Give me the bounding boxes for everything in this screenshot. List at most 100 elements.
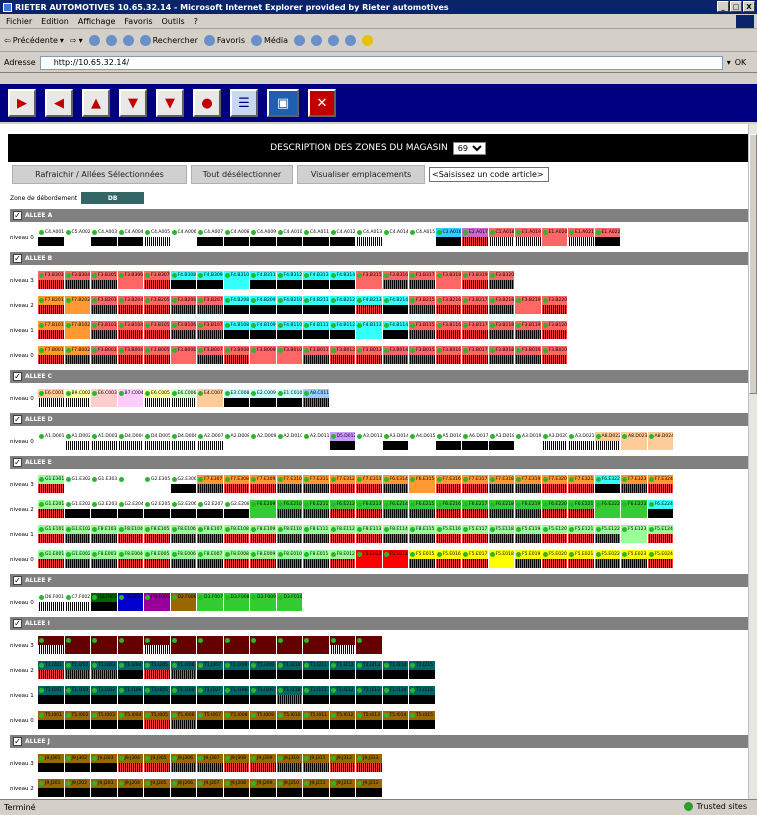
storage-location[interactable]: G1.E303 bbox=[91, 475, 117, 493]
storage-location[interactable]: J9.J205 bbox=[144, 779, 170, 797]
storage-location[interactable]: J9.J202 bbox=[64, 779, 90, 797]
storage-location[interactable]: F8.E106 bbox=[170, 525, 196, 543]
storage-location[interactable]: F5.E116 bbox=[435, 525, 461, 543]
storage-location[interactable]: F3.B116 bbox=[435, 321, 461, 339]
storage-location[interactable]: C5.A002 bbox=[64, 228, 90, 246]
storage-location[interactable]: A3.D020 bbox=[541, 432, 567, 450]
storage-location[interactable]: E1.C010 bbox=[276, 389, 302, 407]
menu-button[interactable]: ▼ bbox=[156, 89, 184, 117]
storage-location[interactable]: T1.I212 bbox=[329, 661, 355, 679]
storage-location[interactable]: F3.B307 bbox=[144, 271, 170, 289]
storage-location[interactable]: F6.E210 bbox=[276, 500, 302, 518]
storage-location[interactable]: F5.E024 bbox=[647, 550, 673, 568]
storage-location[interactable]: A1.D001 bbox=[38, 432, 64, 450]
storage-location[interactable]: F7.B201 bbox=[38, 296, 64, 314]
storage-location[interactable]: F7.B101 bbox=[38, 321, 64, 339]
aisle-checkbox[interactable]: ✓ bbox=[13, 737, 22, 746]
storage-location[interactable]: G2.E204 bbox=[117, 500, 143, 518]
storage-location[interactable]: F3.B320 bbox=[488, 271, 514, 289]
storage-location[interactable]: T1.I105 bbox=[144, 686, 170, 704]
storage-location[interactable]: F8.E109 bbox=[250, 525, 276, 543]
storage-location[interactable]: F3.B103 bbox=[91, 321, 117, 339]
storage-location[interactable]: J9.J213 bbox=[356, 779, 382, 797]
storage-location[interactable] bbox=[38, 636, 64, 654]
storage-location[interactable]: F8.E007 bbox=[197, 550, 223, 568]
storage-location[interactable]: J9.J212 bbox=[329, 779, 355, 797]
storage-location[interactable]: J9.J306 bbox=[170, 754, 196, 772]
storage-location[interactable]: E6.C001 bbox=[38, 389, 64, 407]
storage-location[interactable]: F4.B312 bbox=[276, 271, 302, 289]
storage-location[interactable]: A1.D002 bbox=[64, 432, 90, 450]
storage-location[interactable]: T1.I104 bbox=[117, 686, 143, 704]
storage-location[interactable]: T1.I112 bbox=[329, 686, 355, 704]
storage-location[interactable]: F6.E224 bbox=[647, 500, 673, 518]
menu-fichier[interactable]: Fichier bbox=[6, 17, 32, 26]
storage-location[interactable] bbox=[276, 636, 302, 654]
storage-location[interactable]: T5.I015 bbox=[409, 711, 435, 729]
storage-location[interactable]: F6.E211 bbox=[303, 500, 329, 518]
storage-location[interactable]: F6.E209 bbox=[250, 500, 276, 518]
storage-location[interactable]: F3.B119 bbox=[515, 321, 541, 339]
storage-location[interactable]: C4.A004 bbox=[117, 228, 143, 246]
storage-location[interactable]: F3.B005 bbox=[144, 346, 170, 364]
storage-location[interactable]: F6.E215 bbox=[409, 500, 435, 518]
storage-location[interactable]: F3.B004 bbox=[117, 346, 143, 364]
storage-location[interactable]: F3.B318 bbox=[435, 271, 461, 289]
storage-location[interactable]: G2.E305 bbox=[144, 475, 170, 493]
storage-location[interactable]: A4.D015 bbox=[409, 432, 435, 450]
storage-location[interactable]: F4.B110 bbox=[276, 321, 302, 339]
storage-location[interactable]: D2.F006 bbox=[170, 593, 196, 611]
stop-button[interactable] bbox=[88, 35, 100, 46]
storage-location[interactable]: J9.J211 bbox=[303, 779, 329, 797]
storage-location[interactable]: F6.E315 bbox=[409, 475, 435, 493]
storage-location[interactable]: J9.J210 bbox=[276, 779, 302, 797]
first-record-button[interactable]: ▶ bbox=[8, 89, 36, 117]
storage-location[interactable]: F3.B220 bbox=[541, 296, 567, 314]
storage-location[interactable]: F4.B210 bbox=[276, 296, 302, 314]
storage-location[interactable]: C4.A011 bbox=[303, 228, 329, 246]
storage-location[interactable]: G1.E302 bbox=[64, 475, 90, 493]
storage-location[interactable]: F6.E213 bbox=[356, 500, 382, 518]
storage-location[interactable]: G2.E208 bbox=[223, 500, 249, 518]
storage-location[interactable]: E1.A019 bbox=[515, 228, 541, 246]
storage-location[interactable]: T1.I102 bbox=[64, 686, 90, 704]
storage-location[interactable]: F3.B104 bbox=[117, 321, 143, 339]
storage-location[interactable]: F5.E124 bbox=[647, 525, 673, 543]
storage-location[interactable]: F3.B303 bbox=[38, 271, 64, 289]
storage-location[interactable]: T5.I011 bbox=[303, 711, 329, 729]
storage-location[interactable]: J9.J302 bbox=[64, 754, 90, 772]
storage-location[interactable]: F7.B202 bbox=[64, 296, 90, 314]
overflow-code[interactable]: DB bbox=[81, 192, 145, 204]
storage-location[interactable]: F7.E321 bbox=[568, 475, 594, 493]
storage-location[interactable]: T5.I012 bbox=[329, 711, 355, 729]
storage-location[interactable]: J9.J311 bbox=[303, 754, 329, 772]
storage-location[interactable]: J9.J307 bbox=[197, 754, 223, 772]
menu-help[interactable]: ? bbox=[194, 17, 198, 26]
storage-location[interactable]: T1.I108 bbox=[223, 686, 249, 704]
storage-location[interactable]: F3.B217 bbox=[462, 296, 488, 314]
storage-location[interactable]: T5.I008 bbox=[223, 711, 249, 729]
storage-location[interactable]: C4.A013 bbox=[356, 228, 382, 246]
storage-location[interactable]: T1.I214 bbox=[382, 661, 408, 679]
storage-location[interactable] bbox=[356, 636, 382, 654]
storage-location[interactable]: F3.B207 bbox=[197, 296, 223, 314]
storage-location[interactable]: F3.B204 bbox=[117, 296, 143, 314]
storage-location[interactable]: T5.I002 bbox=[64, 711, 90, 729]
storage-location[interactable]: F3.B016 bbox=[435, 346, 461, 364]
storage-location[interactable]: G1.E102 bbox=[64, 525, 90, 543]
storage-location[interactable]: A8.C011 bbox=[303, 389, 329, 407]
record-button[interactable]: ● bbox=[193, 89, 221, 117]
storage-location[interactable]: G2.E203 bbox=[91, 500, 117, 518]
storage-location[interactable]: C4.A008 bbox=[223, 228, 249, 246]
storage-location[interactable]: F5.E118 bbox=[488, 525, 514, 543]
minimize-button[interactable]: _ bbox=[717, 1, 729, 12]
storage-location[interactable]: F5.E117 bbox=[462, 525, 488, 543]
storage-location[interactable]: F3.B011 bbox=[303, 346, 329, 364]
storage-location[interactable]: F5.E023 bbox=[621, 550, 647, 568]
refresh-button[interactable] bbox=[105, 35, 117, 46]
storage-location[interactable]: A3.D019 bbox=[515, 432, 541, 450]
storage-location[interactable]: G1.E101 bbox=[38, 525, 64, 543]
storage-location[interactable]: F6.E221 bbox=[568, 500, 594, 518]
storage-location[interactable]: F7.E316 bbox=[435, 475, 461, 493]
storage-location[interactable]: A2.D007 bbox=[197, 432, 223, 450]
